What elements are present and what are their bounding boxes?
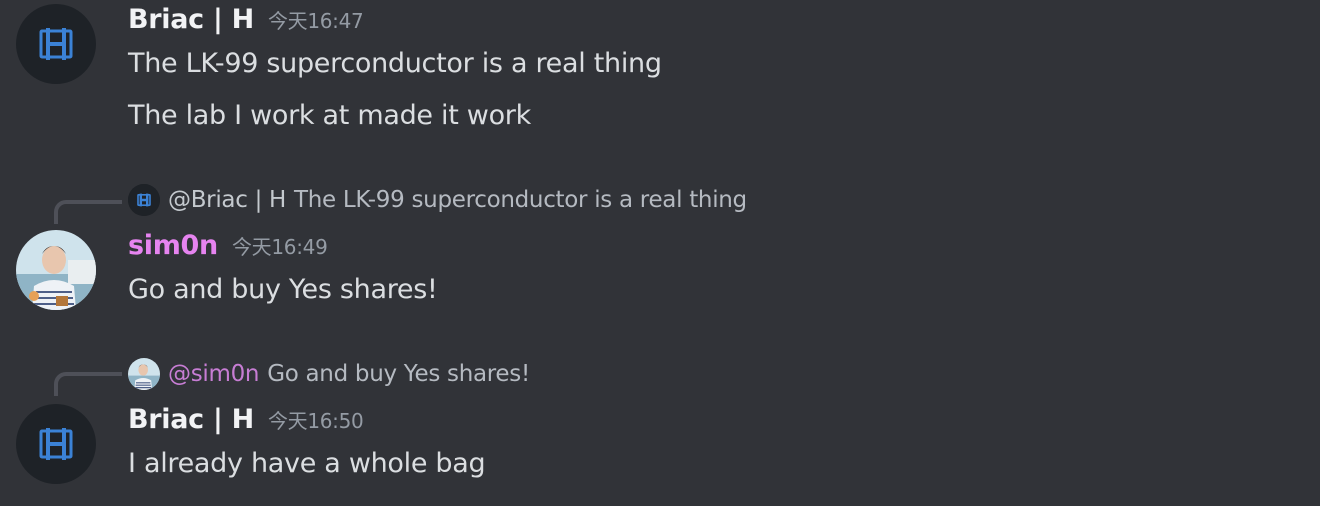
message-group: @sim0n Go and buy Yes shares! Briac | H 今… [0, 354, 1320, 506]
reply-preview[interactable]: @sim0n Go and buy Yes shares! [128, 358, 530, 390]
message-header: sim0n 今天16:49 [128, 230, 328, 261]
message-header: Briac | H 今天16:47 [128, 4, 364, 35]
reply-avatar [128, 184, 160, 216]
user-photo-avatar [16, 230, 96, 310]
letter-h-logo-icon [39, 428, 73, 460]
avatar[interactable] [16, 404, 96, 484]
reply-avatar [128, 358, 160, 390]
chat-message-list: Briac | H 今天16:47 The LK-99 superconducto… [0, 0, 1320, 506]
letter-h-logo-icon [39, 28, 73, 60]
message-group: @Briac | H The LK-99 superconductor is a… [0, 180, 1320, 320]
avatar[interactable] [16, 4, 96, 84]
letter-h-logo-icon [128, 184, 160, 216]
author-name[interactable]: sim0n [128, 230, 218, 261]
reply-text[interactable]: The LK-99 superconductor is a real thing [294, 187, 747, 213]
timestamp[interactable]: 今天16:47 [268, 9, 364, 33]
message-text: Go and buy Yes shares! [128, 274, 438, 305]
message-header: Briac | H 今天16:50 [128, 404, 364, 435]
author-name[interactable]: Briac | H [128, 404, 254, 435]
message-group: Briac | H 今天16:47 The LK-99 superconducto… [0, 0, 1320, 160]
reply-preview[interactable]: @Briac | H The LK-99 superconductor is a… [128, 184, 747, 216]
timestamp[interactable]: 今天16:50 [268, 409, 364, 433]
avatar[interactable] [16, 230, 96, 310]
message-text: The lab I work at made it work [128, 100, 531, 131]
reply-connector [54, 372, 122, 396]
message-text: The LK-99 superconductor is a real thing [128, 48, 662, 79]
author-name[interactable]: Briac | H [128, 4, 254, 35]
reply-connector [54, 200, 122, 224]
timestamp[interactable]: 今天16:49 [232, 235, 328, 259]
reply-mention[interactable]: @sim0n [168, 361, 260, 387]
user-photo-avatar [128, 358, 160, 390]
reply-text[interactable]: Go and buy Yes shares! [267, 361, 530, 387]
reply-mention[interactable]: @Briac | H [168, 187, 286, 213]
message-text: I already have a whole bag [128, 448, 486, 479]
